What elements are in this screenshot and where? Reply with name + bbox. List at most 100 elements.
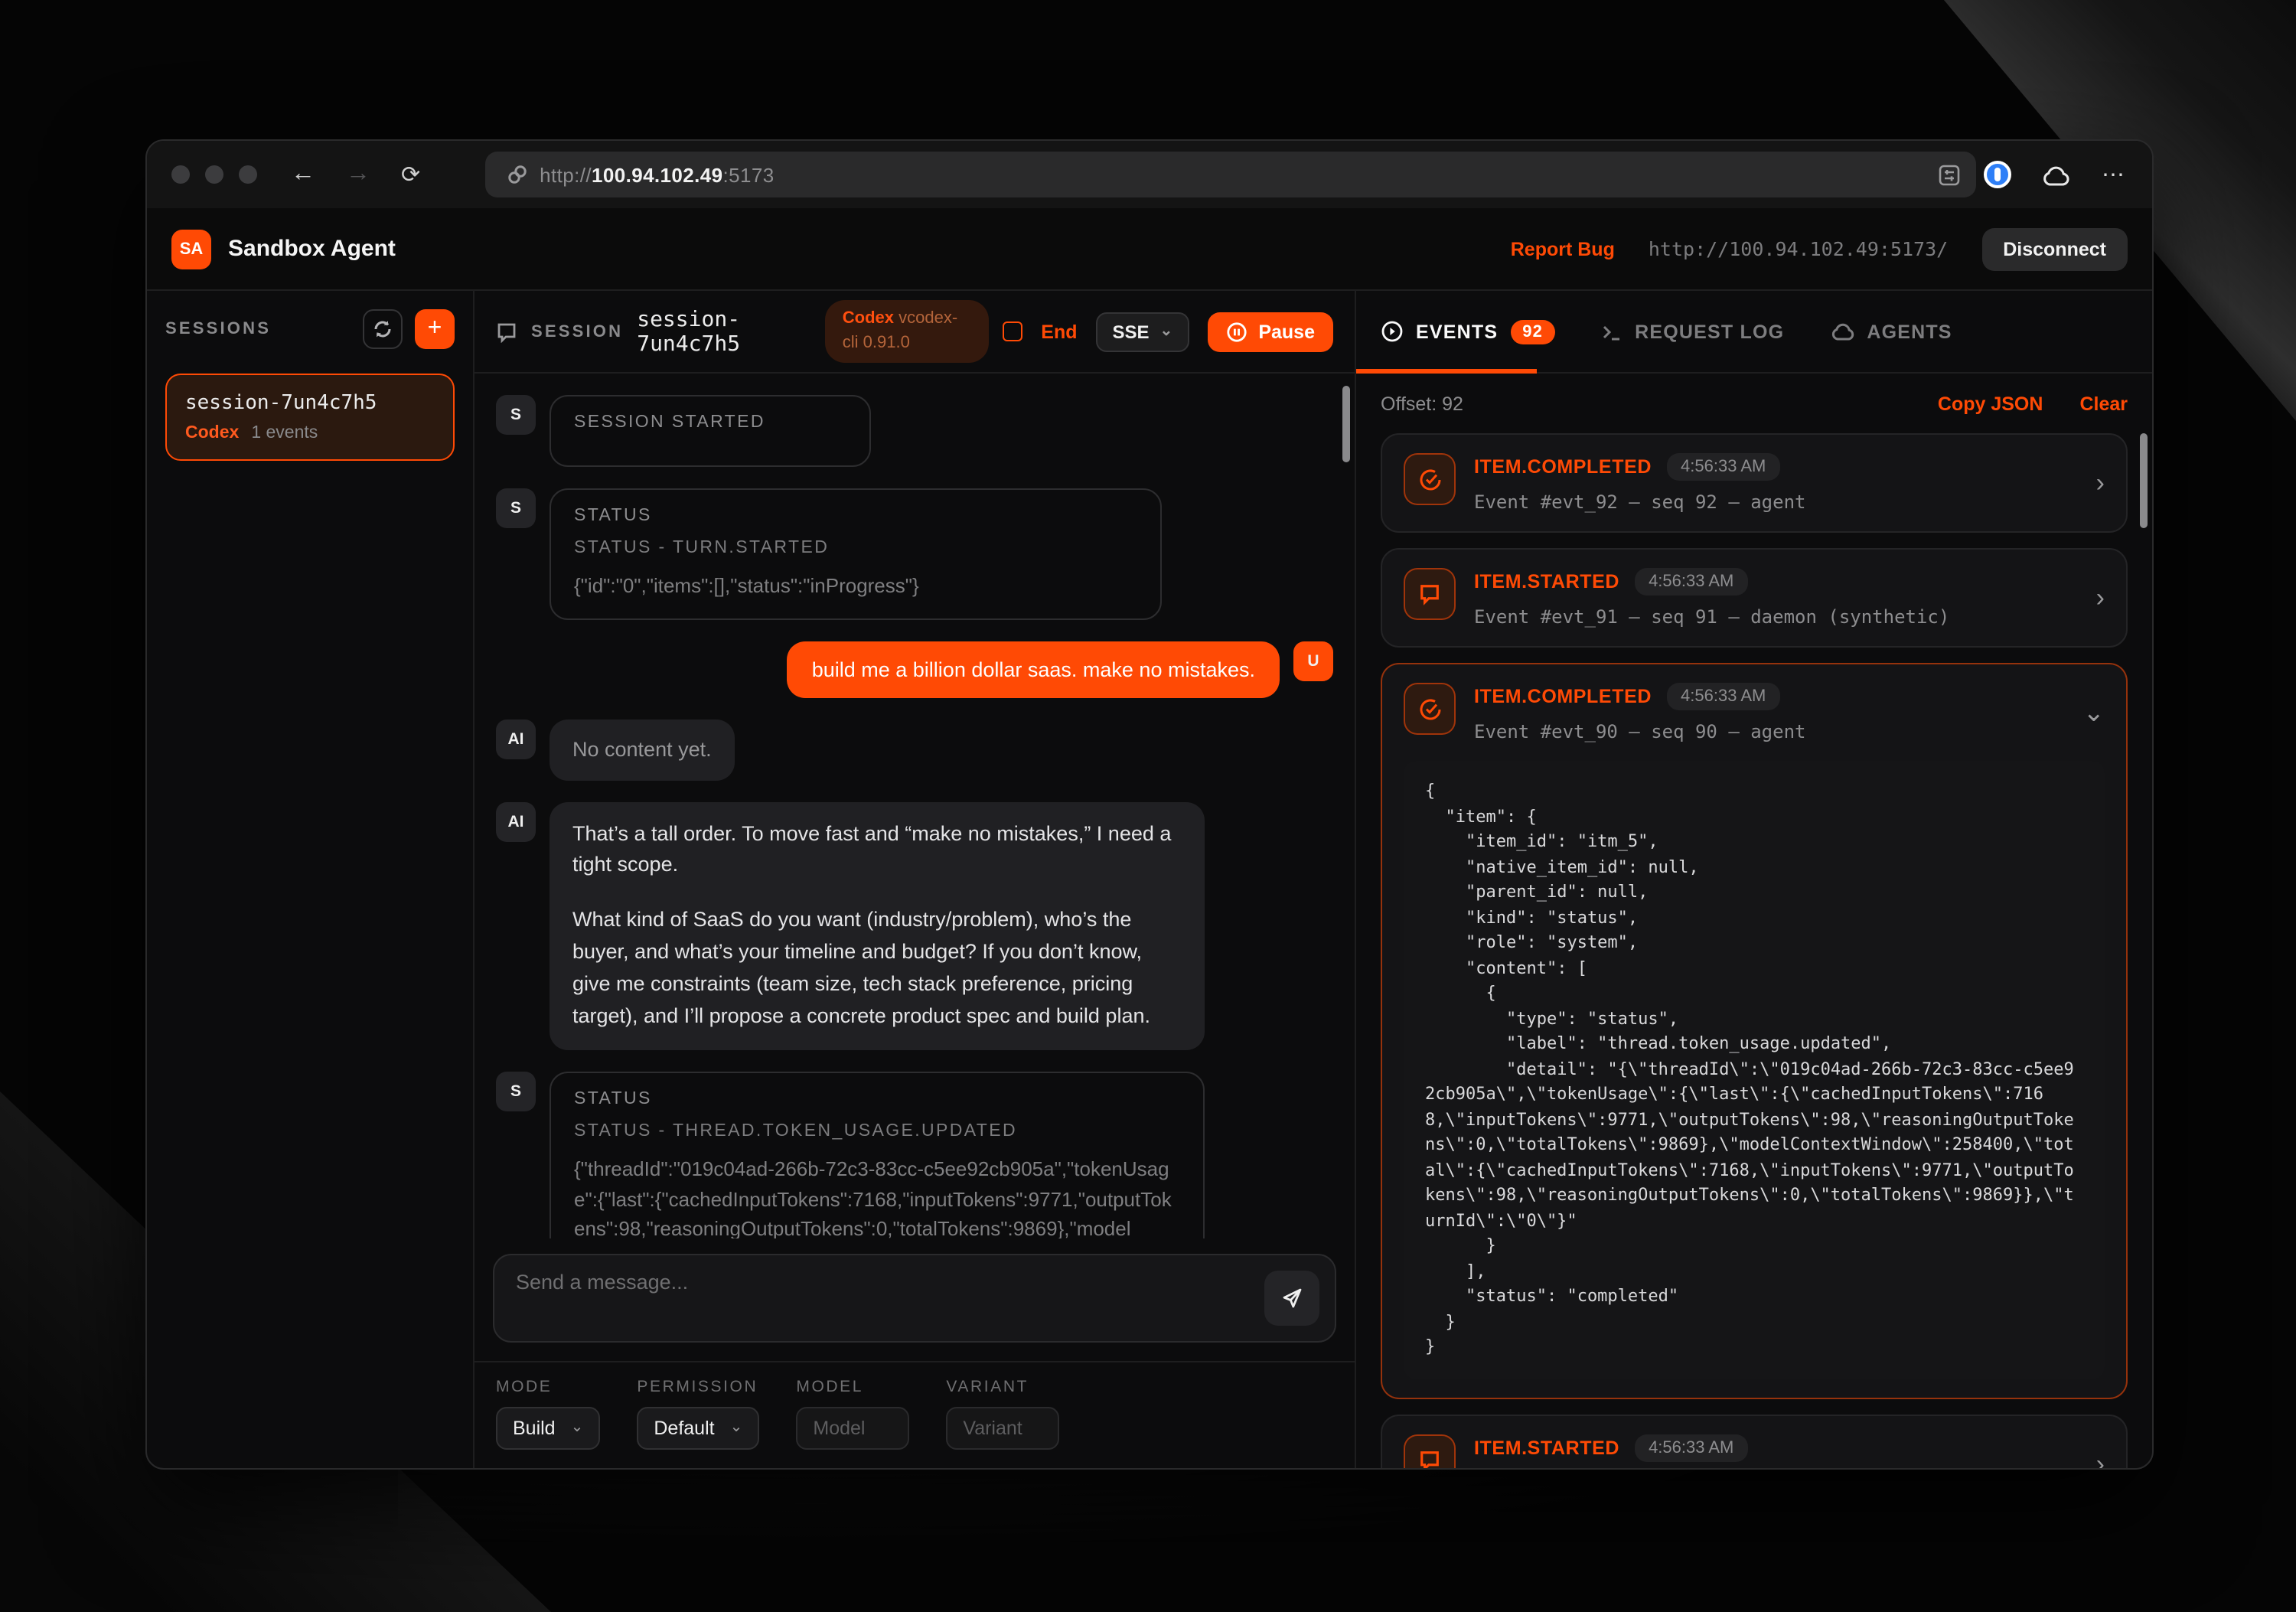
window-controls <box>171 165 257 184</box>
event-meta: Event #evt_92 – seq 92 – agent <box>1474 491 2078 513</box>
tab-agents[interactable]: AGENTS <box>1830 321 1952 342</box>
ai-paragraph: That’s a tall order. To move fast and “m… <box>572 818 1182 883</box>
chevron-down-icon: ⌄ <box>571 1421 584 1436</box>
session-list-item[interactable]: session-7un4c7h5 Codex 1 events <box>165 374 455 461</box>
minimize-window-button[interactable] <box>205 165 223 184</box>
event-card-expanded[interactable]: ITEM.COMPLETED 4:56:33 AM Event #evt_90 … <box>1381 663 2128 1398</box>
event-card[interactable]: ITEM.COMPLETED 4:56:33 AM Event #evt_92 … <box>1381 433 2128 533</box>
user-message-bubble: build me a billion dollar saas. make no … <box>788 641 1280 697</box>
message-json: {"id":"0","items":[],"status":"inProgres… <box>574 571 1137 601</box>
maximize-window-button[interactable] <box>239 165 257 184</box>
message-title: STATUS <box>574 507 1137 525</box>
message-title: STATUS <box>574 1090 1180 1108</box>
report-bug-link[interactable]: Report Bug <box>1511 238 1615 259</box>
event-type: ITEM.COMPLETED <box>1474 456 1652 478</box>
message-title: SESSION STARTED <box>574 413 846 432</box>
events-tab-bar: EVENTS 92 REQUEST LOG AGENTS <box>1356 291 2152 374</box>
clear-events-button[interactable]: Clear <box>2079 393 2128 415</box>
variant-input[interactable] <box>946 1407 1059 1450</box>
permission-label: PERMISSION <box>637 1378 759 1396</box>
event-meta: Event #evt_90 – seq 90 – agent <box>1474 721 2065 742</box>
events-toolbar: Offset: 92 Copy JSON Clear <box>1356 374 2152 430</box>
session-agent-badge: Codex <box>185 424 239 442</box>
chat-bubble-icon <box>496 321 517 342</box>
chat-panel: SESSION session-7un4c7h5 Codex vcodex-cl… <box>475 291 1356 1468</box>
events-offset: Offset: 92 <box>1381 393 1463 415</box>
avatar: S <box>496 488 536 528</box>
end-checkbox[interactable] <box>1003 321 1022 341</box>
end-label: End <box>1041 321 1077 342</box>
chevron-down-icon[interactable]: ⌄ <box>2083 700 2105 726</box>
check-circle-icon <box>1404 683 1456 735</box>
chat-bubble-icon <box>1404 1434 1456 1468</box>
tab-events[interactable]: EVENTS 92 <box>1381 319 1555 344</box>
events-scrollbar[interactable] <box>2140 433 2148 528</box>
ai-empty-text: No content yet. <box>572 737 712 760</box>
chat-bubble-icon <box>1404 568 1456 620</box>
chat-message-status-token-usage: S STATUS STATUS - THREAD.TOKEN_USAGE.UPD… <box>496 1072 1333 1238</box>
browser-toolbar: ← → ⟳ http://100.94.102.49:5173 <box>147 141 2152 208</box>
chevron-down-icon: ⌄ <box>730 1421 743 1436</box>
events-list: ITEM.COMPLETED 4:56:33 AM Event #evt_92 … <box>1356 430 2152 1468</box>
variant-label: VARIANT <box>946 1378 1059 1396</box>
cloud-icon <box>1830 321 1854 341</box>
chevron-down-icon: ⌄ <box>1160 324 1173 339</box>
close-window-button[interactable] <box>171 165 190 184</box>
session-label: SESSION <box>531 322 623 341</box>
event-card[interactable]: ITEM.STARTED 4:56:33 AM Event #evt_91 – … <box>1381 548 2128 648</box>
disconnect-button[interactable]: Disconnect <box>1981 227 2128 270</box>
avatar: S <box>496 1072 536 1111</box>
browser-menu-icon[interactable]: ⋯ <box>2102 161 2128 188</box>
message-subtitle: STATUS - THREAD.TOKEN_USAGE.UPDATED <box>574 1122 1180 1140</box>
reload-icon[interactable]: ⟳ <box>401 161 420 188</box>
sessions-title: SESSIONS <box>165 320 271 338</box>
event-json-detail: { "item": { "item_id": "itm_5", "native_… <box>1404 761 2105 1379</box>
event-type: ITEM.STARTED <box>1474 571 1619 592</box>
password-manager-icon[interactable] <box>1984 161 2011 188</box>
terminal-icon <box>1601 321 1623 342</box>
avatar: AI <box>496 719 536 759</box>
reader-panel-icon[interactable] <box>1937 163 1960 186</box>
chat-message-ai-reply: AI That’s a tall order. To move fast and… <box>496 801 1333 1050</box>
link-icon <box>506 164 527 185</box>
sessions-sidebar: SESSIONS + session-7un4c7h5 Codex <box>147 291 475 1468</box>
chat-message-status-turn-started: S STATUS STATUS - TURN.STARTED {"id":"0"… <box>496 488 1333 619</box>
model-input[interactable] <box>796 1407 909 1450</box>
pause-circle-icon <box>1226 321 1247 342</box>
model-label: MODEL <box>796 1378 909 1396</box>
event-card[interactable]: ITEM.STARTED 4:56:33 AM Event #evt_89 – … <box>1381 1414 2128 1468</box>
copy-json-button[interactable]: Copy JSON <box>1938 393 2043 415</box>
event-meta: Event #evt_91 – seq 91 – daemon (synthet… <box>1474 606 2078 628</box>
cloud-icon[interactable] <box>2042 163 2071 186</box>
chevron-right-icon[interactable]: › <box>2096 585 2105 611</box>
mode-select[interactable]: Build ⌄ <box>496 1407 600 1450</box>
event-type: ITEM.STARTED <box>1474 1437 1619 1458</box>
forward-icon[interactable]: → <box>346 161 370 188</box>
address-bar[interactable]: http://100.94.102.49:5173 <box>484 152 1975 197</box>
check-circle-icon <box>1404 453 1456 505</box>
transport-select[interactable]: SSE ⌄ <box>1096 312 1190 351</box>
refresh-sessions-button[interactable] <box>363 309 403 349</box>
chat-scrollbar[interactable] <box>1342 386 1350 462</box>
mode-label: MODE <box>496 1378 600 1396</box>
permission-select[interactable]: Default ⌄ <box>637 1407 759 1450</box>
chevron-right-icon[interactable]: › <box>2096 1450 2105 1468</box>
pause-button[interactable]: Pause <box>1208 312 1333 351</box>
server-url: http://100.94.102.49:5173/ <box>1649 237 1948 260</box>
chat-message-session-started: S SESSION STARTED <box>496 395 1333 467</box>
browser-nav: ← → ⟳ <box>291 161 420 188</box>
back-icon[interactable]: ← <box>291 161 315 188</box>
message-input[interactable] <box>516 1271 1264 1326</box>
event-json-text: { "item": { "item_id": "itm_5", "native_… <box>1425 779 2083 1360</box>
avatar: S <box>496 395 536 435</box>
event-time: 4:56:33 AM <box>1667 453 1779 481</box>
chevron-right-icon[interactable]: › <box>2096 470 2105 496</box>
new-session-button[interactable]: + <box>415 309 455 349</box>
session-id: session-7un4c7h5 <box>637 307 812 356</box>
app-title: Sandbox Agent <box>228 236 396 262</box>
tab-request-log[interactable]: REQUEST LOG <box>1601 321 1784 342</box>
send-button[interactable] <box>1264 1271 1319 1326</box>
session-name: session-7un4c7h5 <box>185 392 435 415</box>
paper-plane-icon <box>1280 1286 1304 1310</box>
chat-message-user: build me a billion dollar saas. make no … <box>496 641 1333 697</box>
